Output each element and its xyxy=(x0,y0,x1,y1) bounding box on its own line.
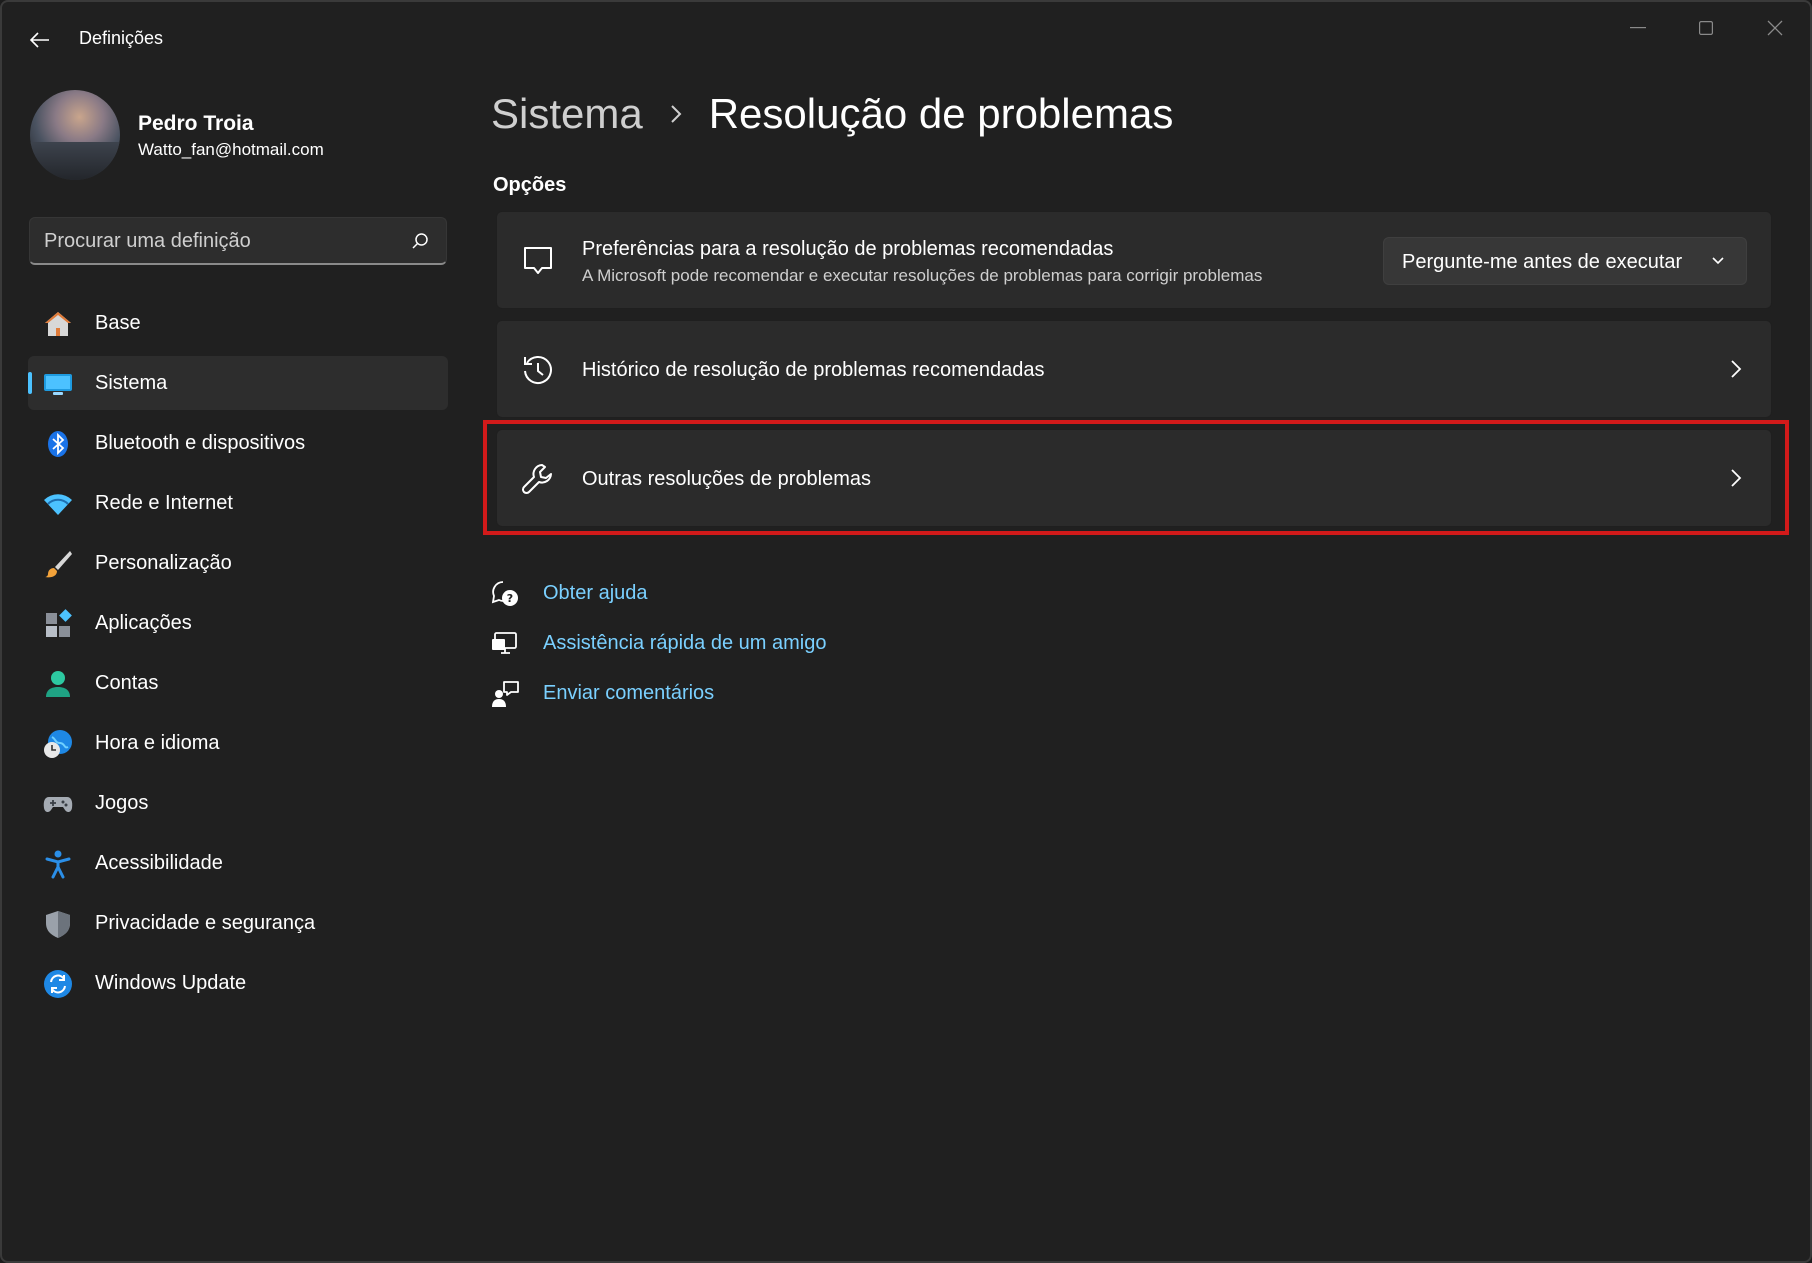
link-label: Assistência rápida de um amigo xyxy=(543,632,827,654)
troubleshoot-preference-dropdown[interactable]: Pergunte-me antes de executar xyxy=(1383,237,1747,285)
other-troubleshooters-card[interactable]: Outras resoluções de problemas xyxy=(496,429,1772,527)
system-display-icon xyxy=(44,374,72,395)
troubleshoot-history-card[interactable]: Histórico de resolução de problemas reco… xyxy=(496,320,1772,418)
windows-update-icon xyxy=(44,970,72,998)
chat-bubble-icon xyxy=(524,247,552,274)
avatar[interactable] xyxy=(30,90,120,180)
search-input[interactable] xyxy=(44,218,394,264)
chevron-right-icon xyxy=(1731,469,1742,487)
maximize-button[interactable] xyxy=(1678,10,1734,46)
sidebar-item-jogos[interactable]: Jogos xyxy=(28,776,448,830)
chevron-down-icon xyxy=(1712,257,1724,265)
help-links: ? Obter ajuda Assistência rápida de um a… xyxy=(491,574,911,724)
sidebar-item-acessibilidade[interactable]: Acessibilidade xyxy=(28,836,448,890)
bluetooth-icon xyxy=(48,431,68,457)
paintbrush-icon xyxy=(45,551,72,578)
sidebar-item-label: Personalização xyxy=(95,551,232,574)
settings-window: Definições Pedro Troia Watto_fan@hotmail… xyxy=(0,0,1812,1263)
link-label: Enviar comentários xyxy=(543,682,715,704)
sidebar-nav: Base Sistema Bluetooth e dispositivos Re… xyxy=(28,296,448,1016)
search-box[interactable] xyxy=(29,217,447,265)
gamepad-icon xyxy=(43,797,73,813)
accessibility-icon xyxy=(45,850,71,879)
history-icon xyxy=(524,356,552,384)
title-bar: Definições xyxy=(2,2,1810,74)
sidebar-item-label: Hora e idioma xyxy=(95,731,220,754)
sidebar-item-label: Rede e Internet xyxy=(95,491,233,514)
sidebar-item-label: Privacidade e segurança xyxy=(95,911,316,934)
sidebar-item-label: Acessibilidade xyxy=(95,851,223,874)
back-arrow-icon xyxy=(30,32,49,48)
breadcrumb-parent-link[interactable]: Sistema xyxy=(491,90,643,138)
close-button[interactable] xyxy=(1747,10,1803,46)
troubleshooter-preferences-card: Preferências para a resolução de problem… xyxy=(496,211,1772,309)
quick-assist-link[interactable]: Assistência rápida de um amigo xyxy=(491,624,911,674)
feedback-icon xyxy=(492,681,519,707)
sidebar-item-label: Windows Update xyxy=(95,971,247,994)
back-button[interactable] xyxy=(22,22,58,58)
home-icon xyxy=(45,312,71,336)
sidebar-item-aplicacoes[interactable]: Aplicações xyxy=(28,596,448,650)
sidebar-item-label: Bluetooth e dispositivos xyxy=(95,431,306,454)
user-name: Pedro Troia xyxy=(138,112,254,135)
card-title: Preferências para a resolução de problem… xyxy=(582,238,1114,260)
minimize-icon xyxy=(1630,27,1646,29)
time-language-icon xyxy=(44,730,72,758)
app-title: Definições xyxy=(79,28,164,48)
shield-icon xyxy=(46,911,70,938)
sidebar-item-rede[interactable]: Rede e Internet xyxy=(28,476,448,530)
link-label: Obter ajuda xyxy=(543,582,648,604)
breadcrumb: Sistema Resolução de problemas xyxy=(491,90,1173,138)
account-icon xyxy=(46,671,70,697)
svg-text:?: ? xyxy=(507,592,513,605)
sidebar-item-personalizacao[interactable]: Personalização xyxy=(28,536,448,590)
dropdown-selected-value: Pergunte-me antes de executar xyxy=(1402,251,1683,273)
get-help-icon: ? xyxy=(491,581,518,606)
sidebar-item-label: Base xyxy=(95,311,141,334)
wifi-icon xyxy=(44,494,72,515)
quick-assist-icon xyxy=(492,632,517,654)
minimize-button[interactable] xyxy=(1610,10,1666,46)
sidebar-item-label: Sistema xyxy=(95,371,168,394)
sidebar-item-sistema[interactable]: Sistema xyxy=(28,356,448,410)
sidebar-item-privacidade[interactable]: Privacidade e segurança xyxy=(28,896,448,950)
sidebar-item-hora[interactable]: Hora e idioma xyxy=(28,716,448,770)
search-icon[interactable] xyxy=(410,231,430,251)
sidebar-item-contas[interactable]: Contas xyxy=(28,656,448,710)
send-feedback-link[interactable]: Enviar comentários xyxy=(491,674,911,724)
sidebar-item-bluetooth[interactable]: Bluetooth e dispositivos xyxy=(28,416,448,470)
user-email: Watto_fan@hotmail.com xyxy=(138,140,324,159)
sidebar-item-label: Contas xyxy=(95,671,159,694)
card-title: Outras resoluções de problemas xyxy=(582,468,872,490)
apps-icon xyxy=(46,609,72,637)
card-description: A Microsoft pode recomendar e executar r… xyxy=(582,266,1263,285)
chevron-right-icon xyxy=(671,105,682,123)
sidebar-item-base[interactable]: Base xyxy=(28,296,448,350)
card-title: Histórico de resolução de problemas reco… xyxy=(582,359,1045,381)
maximize-icon xyxy=(1699,21,1713,35)
sidebar-item-windows-update[interactable]: Windows Update xyxy=(28,956,448,1010)
get-help-link[interactable]: ? Obter ajuda xyxy=(491,574,911,624)
wrench-icon xyxy=(521,464,552,495)
sidebar-item-label: Aplicações xyxy=(95,611,192,634)
section-title: Opções xyxy=(493,174,567,196)
sidebar-item-label: Jogos xyxy=(95,791,149,814)
page-title: Resolução de problemas xyxy=(708,90,1174,137)
chevron-right-icon xyxy=(1731,360,1742,378)
close-icon xyxy=(1767,20,1783,36)
